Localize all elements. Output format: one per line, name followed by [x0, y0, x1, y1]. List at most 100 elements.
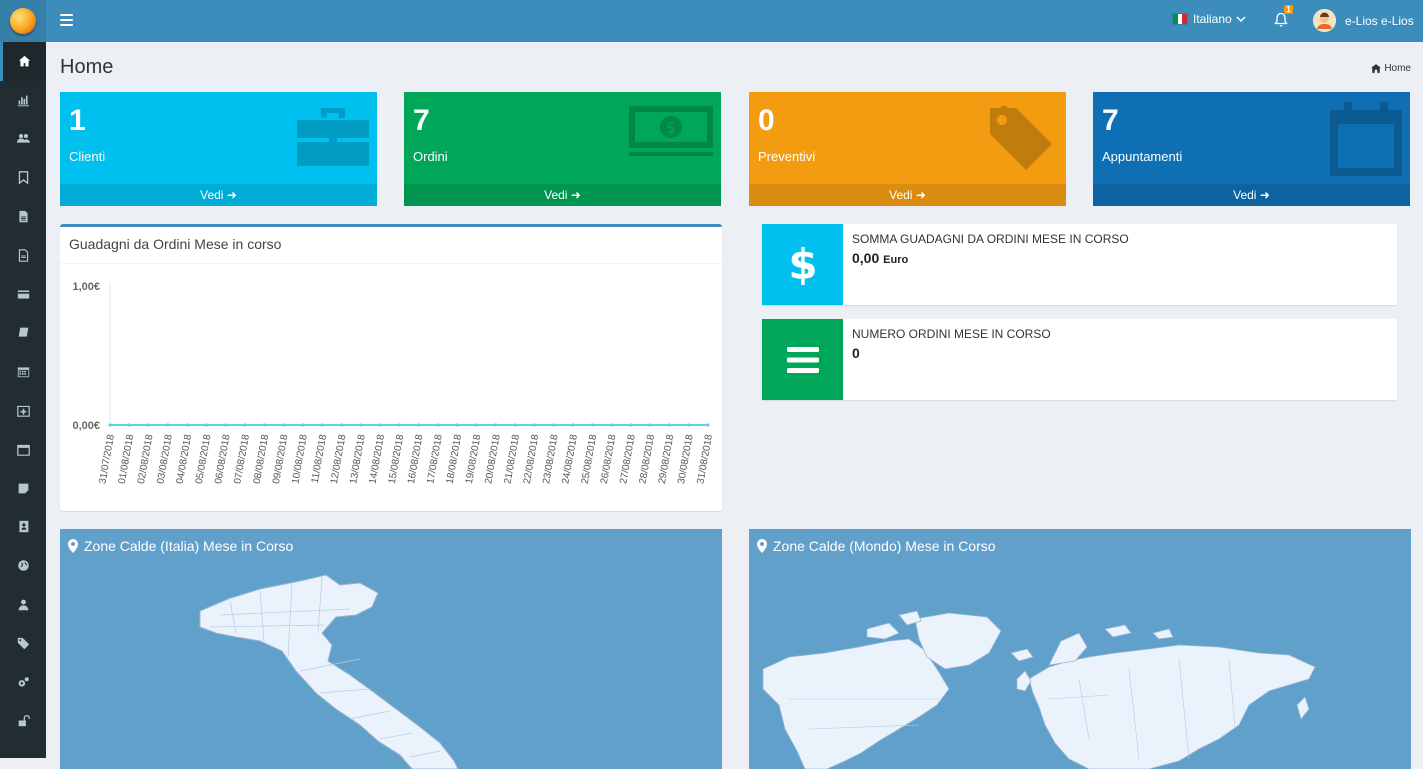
data-point: [262, 423, 266, 427]
x-tick-label: 14/08/2018: [368, 433, 388, 485]
sidebar-item-notes[interactable]: [0, 469, 46, 508]
users-icon: [16, 134, 30, 144]
home-icon: [1371, 64, 1382, 73]
x-tick-label: 26/08/2018: [599, 433, 619, 485]
stat-label: Clienti: [69, 149, 106, 164]
data-point: [513, 423, 517, 427]
notification-badge: 1: [1284, 5, 1293, 14]
user-menu[interactable]: e-Lios e-Lios: [1313, 9, 1414, 32]
tags-icon: [990, 106, 1052, 170]
x-tick-label: 08/08/2018: [252, 433, 272, 485]
data-point: [224, 423, 228, 427]
unlock-icon: [18, 715, 30, 727]
x-tick-label: 17/08/2018: [425, 433, 445, 485]
sidebar-item-world[interactable]: [0, 546, 46, 585]
vedi-appuntamenti-link[interactable]: Vedi ➜: [1093, 184, 1410, 206]
data-point: [320, 423, 324, 427]
page-title: Home: [60, 56, 114, 78]
arrow-circle-right-icon: ➜: [1259, 188, 1270, 202]
cogs-icon: [18, 676, 29, 687]
vedi-preventivi-link[interactable]: Vedi ➜: [749, 184, 1066, 206]
x-tick-label: 31/08/2018: [695, 433, 715, 485]
arrow-circle-right-icon: ➜: [226, 188, 237, 202]
sticky-note-icon: [18, 483, 28, 494]
x-tick-label: 19/08/2018: [464, 433, 484, 485]
data-point: [590, 423, 594, 427]
avatar: [1313, 9, 1336, 32]
chart-panel-title: Guadagni da Ordini Mese in corso: [60, 227, 722, 264]
sidebar-item-users[interactable]: [0, 120, 46, 159]
map-italy-panel: Zone Calde (Italia) Mese in Corso: [60, 529, 722, 769]
data-point: [494, 423, 498, 427]
x-tick-label: 24/08/2018: [560, 433, 580, 485]
address-book-icon: [18, 521, 28, 533]
menu-toggle-icon[interactable]: [60, 14, 73, 26]
vedi-clienti-link[interactable]: Vedi ➜: [60, 184, 377, 206]
data-point: [108, 423, 112, 427]
sidebar-item-settings[interactable]: [0, 663, 46, 702]
sidebar-item-reports[interactable]: [0, 81, 46, 120]
calendar-icon: [17, 367, 29, 378]
x-tick-label: 23/08/2018: [541, 433, 561, 485]
credit-card-icon: [17, 290, 29, 299]
language-selector[interactable]: Italiano: [1172, 12, 1246, 26]
sidebar-item-events[interactable]: [0, 430, 46, 469]
info-box-label: Somma guadagni da ordini mese in corso: [852, 232, 1129, 246]
data-point: [436, 423, 440, 427]
file-icon: [18, 210, 28, 223]
topbar: Italiano 1 e-Lios e-Lios: [46, 0, 1423, 42]
world-map[interactable]: [749, 529, 1411, 769]
sidebar-item-calendar[interactable]: [0, 352, 46, 391]
sidebar-item-contacts[interactable]: [0, 508, 46, 547]
breadcrumb-home: Home: [1384, 63, 1411, 74]
y-tick-label: 0,00€: [72, 420, 100, 432]
x-tick-label: 07/08/2018: [232, 433, 252, 485]
logo-icon: [10, 8, 36, 34]
sidebar-item-documents[interactable]: [0, 197, 46, 236]
sidebar-item-payments[interactable]: [0, 275, 46, 314]
x-tick-label: 30/08/2018: [676, 433, 696, 485]
x-tick-label: 15/08/2018: [387, 433, 407, 485]
sidebar-item-new-appointment[interactable]: [0, 391, 46, 430]
svg-text:$: $: [666, 118, 676, 137]
data-point: [706, 423, 710, 427]
data-point: [127, 423, 131, 427]
stat-box-clienti: 1 Clienti Vedi ➜: [60, 92, 377, 206]
info-box-label: Numero ordini mese in corso: [852, 327, 1051, 341]
sidebar-item-bookmarks[interactable]: [0, 158, 46, 197]
breadcrumb[interactable]: Home: [1371, 63, 1411, 74]
sidebar-item-home[interactable]: [0, 42, 46, 81]
bell-icon[interactable]: [1273, 12, 1289, 28]
briefcase-icon: [297, 108, 369, 166]
sidebar-item-profile[interactable]: [0, 585, 46, 624]
stat-value: 7: [413, 104, 430, 137]
stat-label: Preventivi: [758, 149, 816, 164]
data-point: [687, 423, 691, 427]
data-point: [417, 423, 421, 427]
x-tick-label: 25/08/2018: [580, 433, 600, 485]
sidebar-item-logout[interactable]: [0, 702, 46, 741]
calendar-o-icon: [16, 444, 30, 456]
data-point: [474, 423, 479, 427]
x-tick-label: 22/08/2018: [522, 433, 542, 485]
stat-value: 1: [69, 104, 86, 137]
italy-map[interactable]: [60, 529, 722, 769]
calendar-plus-icon: [16, 405, 30, 417]
x-tick-label: 12/08/2018: [329, 433, 349, 485]
sidebar-item-tags[interactable]: [0, 624, 46, 663]
earnings-line-chart: 1,00€ 0,00€31/07/2018 01/08/2018 02/08/2018…: [72, 281, 715, 485]
bar-chart-icon: [17, 95, 29, 106]
map-world-panel: Zone Calde (Mondo) Mese in Corso: [749, 529, 1411, 769]
x-tick-label: 04/08/2018: [175, 433, 195, 485]
sidebar-item-catalog[interactable]: [0, 314, 46, 353]
stat-value: 0: [758, 104, 775, 137]
x-tick-label: 09/08/2018: [271, 433, 291, 485]
app-logo[interactable]: [0, 0, 46, 42]
data-point: [243, 423, 247, 427]
vedi-ordini-link[interactable]: Vedi ➜: [404, 184, 721, 206]
sidebar-item-quotes[interactable]: [0, 236, 46, 275]
data-point: [339, 423, 344, 427]
data-point: [609, 423, 614, 427]
x-tick-label: 28/08/2018: [638, 433, 658, 485]
sidebar: [0, 0, 46, 758]
